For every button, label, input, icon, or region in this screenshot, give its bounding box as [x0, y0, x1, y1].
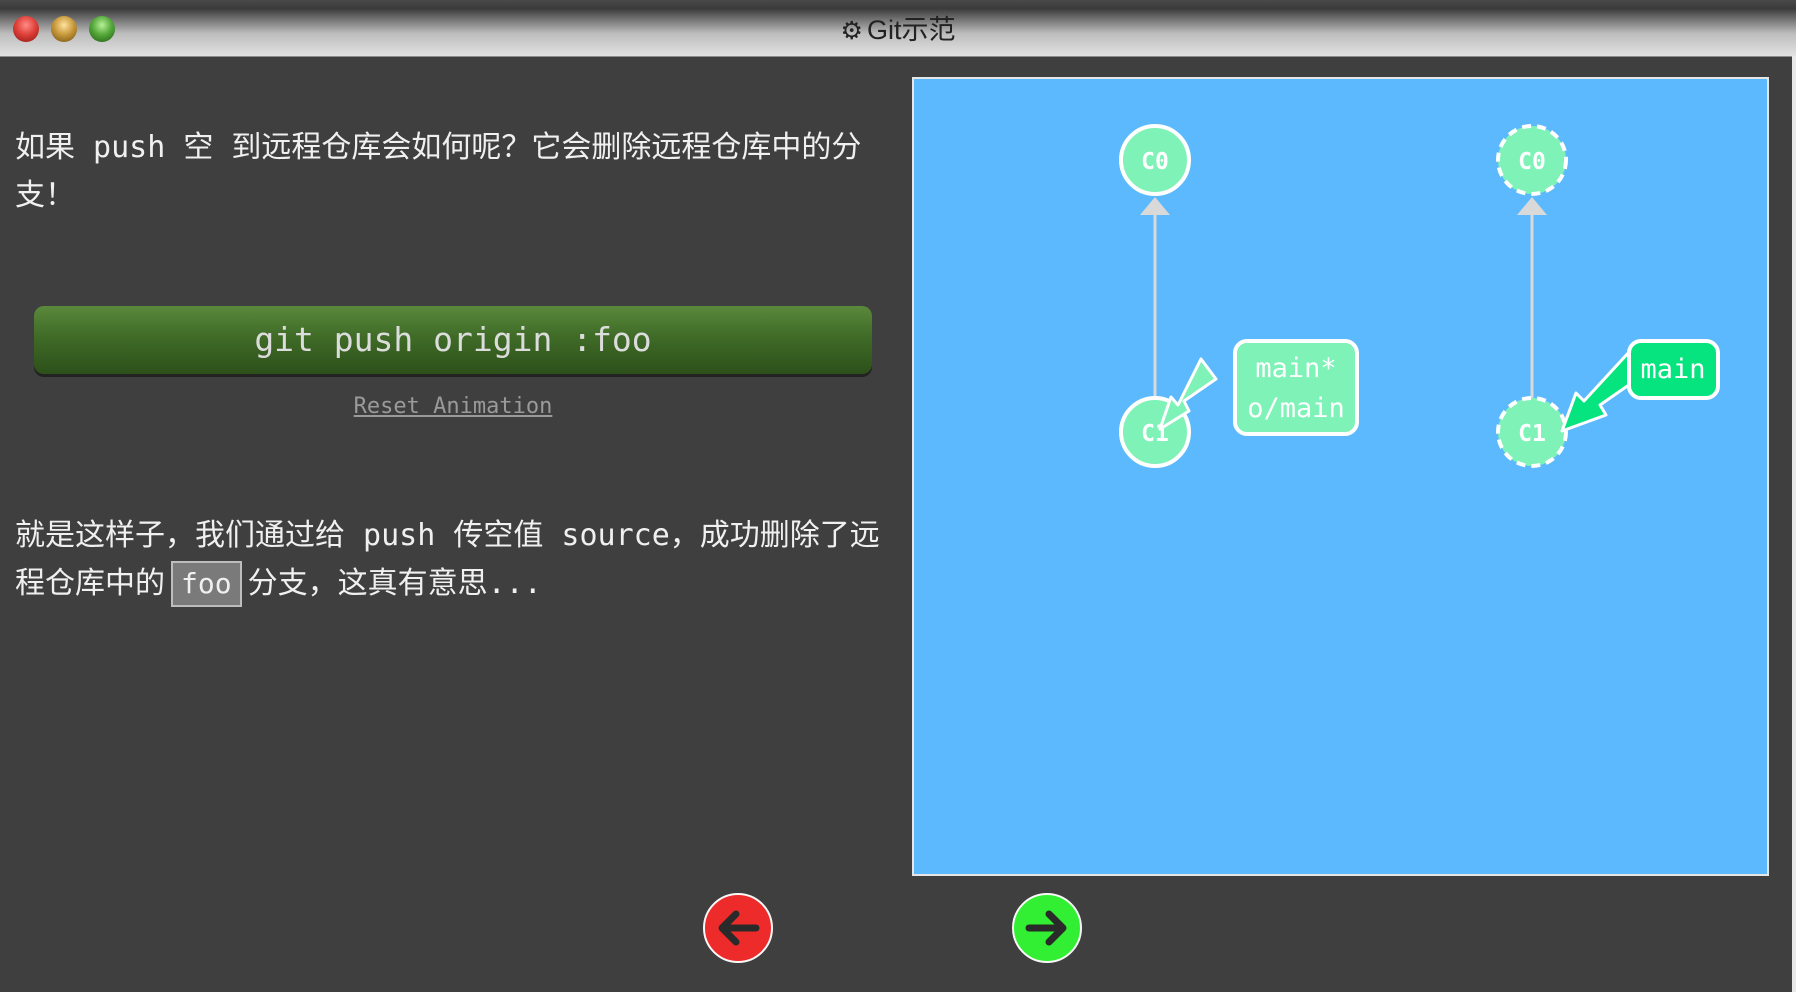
lesson-paragraph-1: 如果 push 空 到远程仓库会如何呢？它会删除远程仓库中的分支！ [15, 130, 862, 213]
window-edge [1792, 56, 1796, 992]
remote-edge-arrowhead [1517, 197, 1547, 215]
window-title: ⚙ Git示范 [0, 8, 1796, 47]
previous-button[interactable] [702, 892, 774, 964]
git-visualization: C0 C1 main* o/main C0 C1 main [912, 77, 1769, 876]
commit-label: C1 [1518, 421, 1546, 447]
inline-code-branch: foo [171, 561, 242, 607]
remote-commit-c1[interactable]: C1 [1496, 396, 1568, 468]
commit-graph: C0 C1 main* o/main C0 C1 main [1119, 124, 1720, 468]
gear-icon: ⚙ [840, 17, 863, 45]
paragraph-2-text-end: 分支，这真有意思... [247, 566, 542, 601]
branch-label-main: main [1640, 354, 1705, 385]
reset-animation-link[interactable]: Reset Animation [300, 394, 606, 419]
lesson-paragraph-2: 就是这样子，我们通过给 push 传空值 source，成功删除了远程仓库中的 f… [15, 512, 895, 608]
local-edge-arrowhead [1140, 197, 1170, 215]
arrow-right-icon [1012, 893, 1082, 963]
remote-commit-c0[interactable]: C0 [1496, 124, 1568, 196]
arrow-left-icon [703, 893, 773, 963]
commit-label: C0 [1518, 149, 1546, 175]
next-button[interactable] [1011, 892, 1083, 964]
local-branch-label[interactable]: main* o/main [1233, 339, 1359, 436]
window-title-text: Git示范 [866, 15, 956, 45]
branch-label-origin-main: o/main [1247, 393, 1345, 424]
window-titlebar: ⚙ Git示范 [0, 0, 1796, 57]
local-commit-c0[interactable]: C0 [1119, 124, 1191, 196]
command-button[interactable]: git push origin :foo [34, 306, 872, 374]
commit-label: C0 [1141, 149, 1169, 175]
branch-label-main: main* [1255, 353, 1336, 384]
local-repo: C0 C1 main* o/main [1119, 124, 1359, 468]
remote-repo: C0 C1 main [1496, 124, 1720, 468]
remote-branch-label[interactable]: main [1627, 339, 1720, 400]
